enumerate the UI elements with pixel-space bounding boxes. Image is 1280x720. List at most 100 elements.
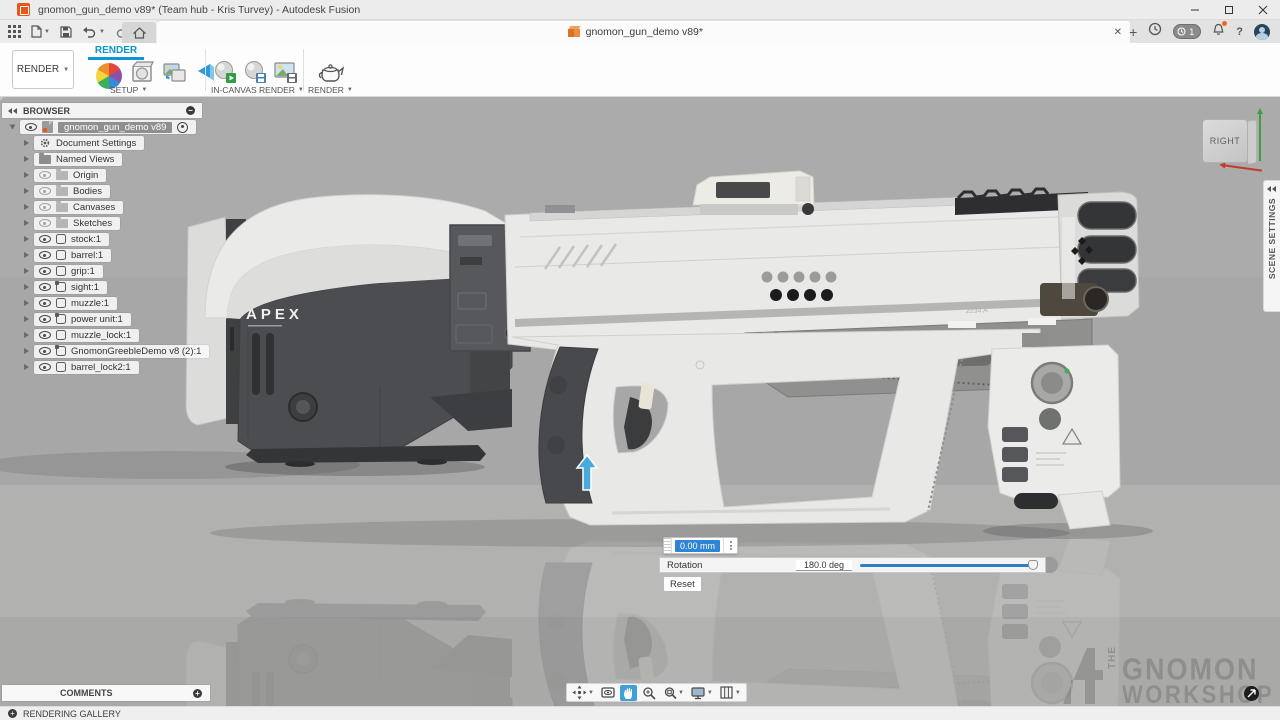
browser-item-label[interactable]: muzzle_lock:1 — [71, 330, 131, 341]
expand-arrow-icon[interactable] — [24, 172, 29, 178]
browser-row[interactable]: Origin — [24, 168, 106, 182]
expand-arrow-icon[interactable] — [24, 204, 29, 210]
expand-arrow-icon[interactable] — [24, 220, 29, 226]
browser-item-label[interactable]: muzzle:1 — [71, 298, 109, 309]
expand-arrow-icon[interactable] — [24, 332, 29, 338]
maximize-button[interactable] — [1212, 0, 1246, 19]
offset-value-box[interactable]: 0.00 mm — [663, 537, 738, 554]
minimize-button[interactable] — [1178, 0, 1212, 19]
browser-row[interactable]: grip:1 — [24, 264, 103, 278]
browser-row[interactable]: barrel:1 — [24, 248, 111, 262]
expand-arrow-icon[interactable] — [24, 300, 29, 306]
visibility-eye-icon[interactable] — [39, 267, 51, 275]
drag-handle[interactable] — [664, 538, 672, 553]
browser-row[interactable]: power unit:1 — [24, 312, 131, 326]
visibility-eye-icon[interactable] — [39, 363, 51, 371]
fit-button[interactable]: ▼ — [661, 685, 686, 701]
browser-row[interactable]: Bodies — [24, 184, 110, 198]
3d-viewport[interactable]: APEX — [0, 97, 1280, 706]
decal-icon[interactable] — [162, 61, 188, 90]
expand-panel-icon[interactable] — [1267, 186, 1277, 192]
close-button[interactable] — [1246, 0, 1280, 19]
browser-row[interactable]: muzzle:1 — [24, 296, 117, 310]
expand-arrow-icon[interactable] — [24, 236, 29, 242]
browser-item-label[interactable]: barrel:1 — [71, 250, 103, 261]
chevron-down-icon[interactable]: ▼ — [735, 690, 741, 696]
browser-row[interactable]: GnomonGreebleDemo v8 (2):1 — [24, 344, 209, 358]
user-avatar[interactable] — [1254, 24, 1270, 40]
file-menu-icon[interactable]: ▼ — [31, 25, 50, 38]
visibility-eye-icon[interactable] — [39, 235, 51, 243]
render-scene[interactable]: APEX — [0, 97, 1280, 706]
app-grid-icon[interactable] — [8, 25, 21, 38]
visibility-eye-icon[interactable] — [39, 219, 51, 227]
scene-settings-tab[interactable]: SCENE SETTINGS — [1263, 180, 1280, 312]
visibility-eye-icon[interactable] — [39, 203, 51, 211]
browser-row[interactable]: muzzle_lock:1 — [24, 328, 139, 342]
expand-arrow-icon[interactable] — [24, 284, 29, 290]
browser-root-row[interactable]: gnomon_gun_demo v89 — [10, 120, 196, 134]
visibility-eye-icon[interactable] — [39, 331, 51, 339]
kebab-menu-icon[interactable] — [723, 538, 737, 553]
job-count-badge[interactable]: 1 — [1173, 24, 1201, 39]
view-cube[interactable]: RIGHT — [1196, 111, 1266, 177]
setup-group-caption[interactable]: SETUP▼ — [110, 85, 147, 95]
expand-arrow-icon[interactable] — [24, 364, 29, 370]
chevron-down-icon[interactable]: ▼ — [707, 690, 713, 696]
collapse-all-icon[interactable]: − — [186, 106, 195, 115]
browser-item-label[interactable]: barrel_lock2:1 — [71, 362, 131, 373]
browser-item-label[interactable]: GnomonGreebleDemo v8 (2):1 — [71, 346, 201, 357]
orbit-button[interactable]: ▼ — [570, 684, 596, 701]
offset-input[interactable]: 0.00 mm — [675, 540, 720, 552]
zoom-button[interactable] — [640, 685, 658, 701]
reset-button[interactable]: Reset — [663, 576, 702, 592]
render-group-caption[interactable]: RENDER▼ — [308, 85, 353, 95]
browser-item-label[interactable]: sight:1 — [71, 282, 99, 293]
browser-row[interactable]: stock:1 — [24, 232, 109, 246]
notifications-bell-icon[interactable] — [1212, 23, 1225, 41]
browser-item-label[interactable]: Sketches — [73, 218, 112, 229]
rotation-value-input[interactable]: 180.0 deg — [796, 560, 852, 571]
look-at-button[interactable] — [599, 685, 617, 700]
browser-row[interactable]: Sketches — [24, 216, 120, 230]
visibility-eye-icon[interactable] — [39, 187, 51, 195]
slider-track[interactable] — [860, 564, 1035, 567]
visibility-eye-icon[interactable] — [39, 283, 51, 291]
document-tab[interactable]: gnomon_gun_demo v89* ✕ — [157, 21, 1130, 43]
browser-item-label[interactable]: Document Settings — [56, 138, 136, 149]
browser-item-label[interactable]: power unit:1 — [71, 314, 123, 325]
browser-item-label[interactable]: grip:1 — [71, 266, 95, 277]
expand-arrow-icon[interactable] — [24, 252, 29, 258]
home-tab[interactable] — [122, 22, 156, 43]
rotation-slider[interactable] — [860, 560, 1035, 570]
expand-arrow-icon[interactable] — [24, 268, 29, 274]
job-status-icon[interactable] — [1148, 22, 1162, 41]
expand-arrow-icon[interactable] — [10, 125, 16, 130]
new-tab-button[interactable]: + — [1129, 24, 1137, 40]
root-component-label[interactable]: gnomon_gun_demo v89 — [58, 122, 172, 133]
visibility-eye-icon[interactable] — [39, 251, 51, 259]
rendering-gallery-bar[interactable]: + RENDERING GALLERY — [0, 706, 1280, 720]
expand-gallery-icon[interactable]: + — [8, 709, 17, 718]
save-icon[interactable] — [60, 26, 72, 38]
comments-bar[interactable]: COMMENTS + — [2, 685, 210, 701]
undo-icon[interactable]: ▼ — [82, 26, 105, 38]
expand-arrow-icon[interactable] — [24, 348, 29, 354]
viewcube-right-face[interactable]: RIGHT — [1202, 119, 1248, 163]
close-tab-icon[interactable]: ✕ — [1114, 27, 1122, 38]
browser-item-label[interactable]: Canvases — [73, 202, 115, 213]
visibility-eye-icon[interactable] — [39, 171, 51, 179]
browser-row[interactable]: Canvases — [24, 200, 123, 214]
activate-component-radio[interactable] — [177, 122, 188, 133]
browser-panel-header[interactable]: BROWSER − — [2, 103, 202, 118]
visibility-eye-icon[interactable] — [39, 315, 51, 323]
visibility-eye-icon[interactable] — [39, 299, 51, 307]
browser-item-label[interactable]: Origin — [73, 170, 98, 181]
expand-arrow-icon[interactable] — [24, 140, 29, 146]
chevron-down-icon[interactable]: ▼ — [678, 690, 684, 696]
browser-item-label[interactable]: Named Views — [56, 154, 114, 165]
visibility-eye-icon[interactable] — [39, 347, 51, 355]
expand-arrow-icon[interactable] — [24, 156, 29, 162]
expand-arrow-icon[interactable] — [24, 188, 29, 194]
collapse-panel-icon[interactable] — [8, 108, 18, 114]
